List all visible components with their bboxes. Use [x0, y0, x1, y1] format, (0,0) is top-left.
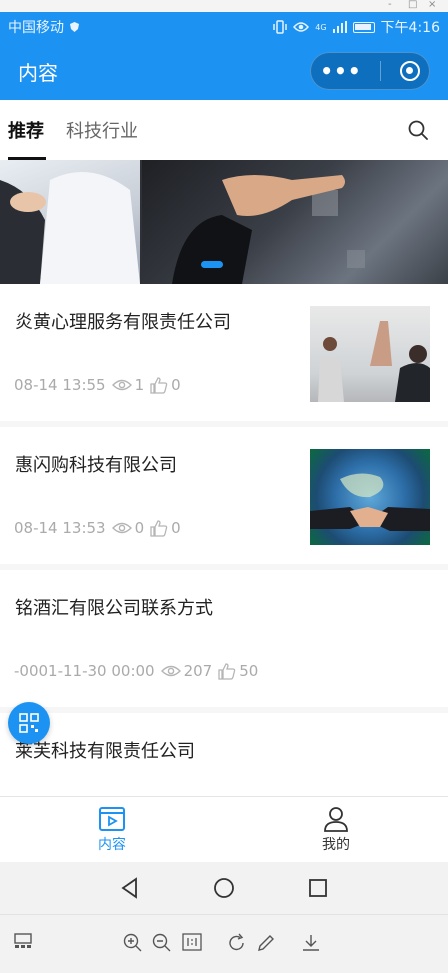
minimize-button[interactable]: - [388, 0, 392, 10]
carrier-label: 中国移动 [8, 20, 64, 36]
item-date: 08-14 13:53 [14, 519, 106, 537]
qr-code-icon [19, 713, 39, 733]
banner-image-pointing [142, 160, 448, 284]
signal-icon [332, 21, 347, 33]
thumbnail-view-icon[interactable] [14, 933, 32, 949]
view-count: 1 [134, 376, 145, 394]
battery-icon [352, 21, 375, 33]
thumbs-up-icon [150, 519, 168, 537]
more-button[interactable]: ••• [320, 61, 361, 81]
eye-icon [160, 665, 181, 677]
eye-icon [293, 22, 310, 32]
thumbs-up-icon [218, 662, 236, 680]
item-title: 炎黄心理服务有限责任公司 [15, 312, 231, 333]
item-date: -0001-11-30 00:00 [14, 662, 155, 680]
view-count: 0 [134, 519, 145, 537]
miniprogram-capsule: ••• [310, 52, 430, 90]
item-title: 铭酒汇有限公司联系方式 [15, 598, 213, 619]
meeting-photo [318, 321, 430, 402]
clock: 下午4:16 [380, 20, 440, 36]
actual-size-icon[interactable] [182, 933, 202, 951]
item-title: 惠闪购科技有限公司 [15, 455, 177, 476]
download-icon[interactable] [301, 933, 321, 953]
maximize-button[interactable]: □ [408, 0, 417, 10]
banner-image-clapping [0, 160, 140, 284]
item-meta: 08-14 13:53 0 0 [14, 519, 181, 537]
item-meta: -0001-11-30 00:00 207 50 [14, 662, 258, 680]
handshake-globe-photo [310, 473, 430, 531]
list-item[interactable]: 莱芙科技有限责任公司 [0, 713, 448, 793]
tab-mine-label: 我的 [322, 836, 350, 853]
vibrate-icon [273, 20, 287, 34]
company-list: 炎黄心理服务有限责任公司 08-14 13:55 1 0 惠闪购科技有限公司 0… [0, 284, 448, 793]
search-icon[interactable] [408, 120, 428, 140]
eye-icon [111, 379, 132, 391]
clapping-hands-image [0, 172, 140, 284]
home-icon[interactable] [213, 877, 235, 899]
banner-carousel[interactable] [0, 160, 448, 284]
like-count: 50 [239, 662, 259, 680]
carousel-indicator [201, 261, 223, 268]
system-navigation-bar [0, 862, 448, 914]
video-icon [99, 806, 125, 831]
qr-code-button[interactable] [8, 702, 50, 744]
close-miniprogram-icon[interactable] [399, 61, 420, 81]
status-bar: 中国移动 4G 下午4:16 [0, 12, 448, 42]
back-icon[interactable] [119, 877, 141, 899]
viewer-window-bar: - □ × [0, 0, 448, 12]
eye-icon [111, 522, 132, 534]
edit-pencil-icon[interactable] [256, 933, 276, 953]
item-meta: 08-14 13:55 1 0 [14, 376, 181, 394]
view-count: 207 [183, 662, 213, 680]
bottom-tab-bar: 内容 我的 [0, 796, 448, 862]
zoom-out-icon[interactable] [152, 933, 172, 953]
tab-content[interactable]: 内容 [0, 797, 224, 862]
tab-content-label: 内容 [98, 836, 126, 853]
viewer-toolbar [0, 914, 448, 973]
recents-icon[interactable] [307, 877, 329, 899]
list-item[interactable]: 铭酒汇有限公司联系方式 -0001-11-30 00:00 207 50 [0, 570, 448, 713]
rotate-icon[interactable] [227, 933, 247, 953]
item-date: 08-14 13:55 [14, 376, 106, 394]
like-count: 0 [171, 519, 181, 537]
shield-icon [70, 22, 79, 32]
tab-mine[interactable]: 我的 [224, 797, 448, 862]
list-item[interactable]: 炎黄心理服务有限责任公司 08-14 13:55 1 0 [0, 284, 448, 427]
pointing-hand-image [172, 175, 365, 284]
like-count: 0 [171, 376, 181, 394]
network-type: 4G [315, 22, 327, 32]
item-thumbnail [310, 306, 430, 402]
navigation-bar: 内容 ••• [0, 42, 448, 100]
zoom-in-icon[interactable] [123, 933, 143, 953]
category-tabs: 推荐 科技行业 [0, 100, 448, 160]
person-icon [324, 806, 348, 832]
item-thumbnail [310, 449, 430, 545]
page-title: 内容 [18, 60, 58, 85]
tab-recommend[interactable]: 推荐 [8, 100, 46, 160]
list-item[interactable]: 惠闪购科技有限公司 08-14 13:53 0 0 [0, 427, 448, 570]
close-button[interactable]: × [428, 0, 436, 10]
tab-tech-industry[interactable]: 科技行业 [66, 100, 138, 160]
item-title: 莱芙科技有限责任公司 [15, 741, 195, 762]
capsule-divider [380, 61, 382, 81]
thumbs-up-icon [150, 376, 168, 394]
